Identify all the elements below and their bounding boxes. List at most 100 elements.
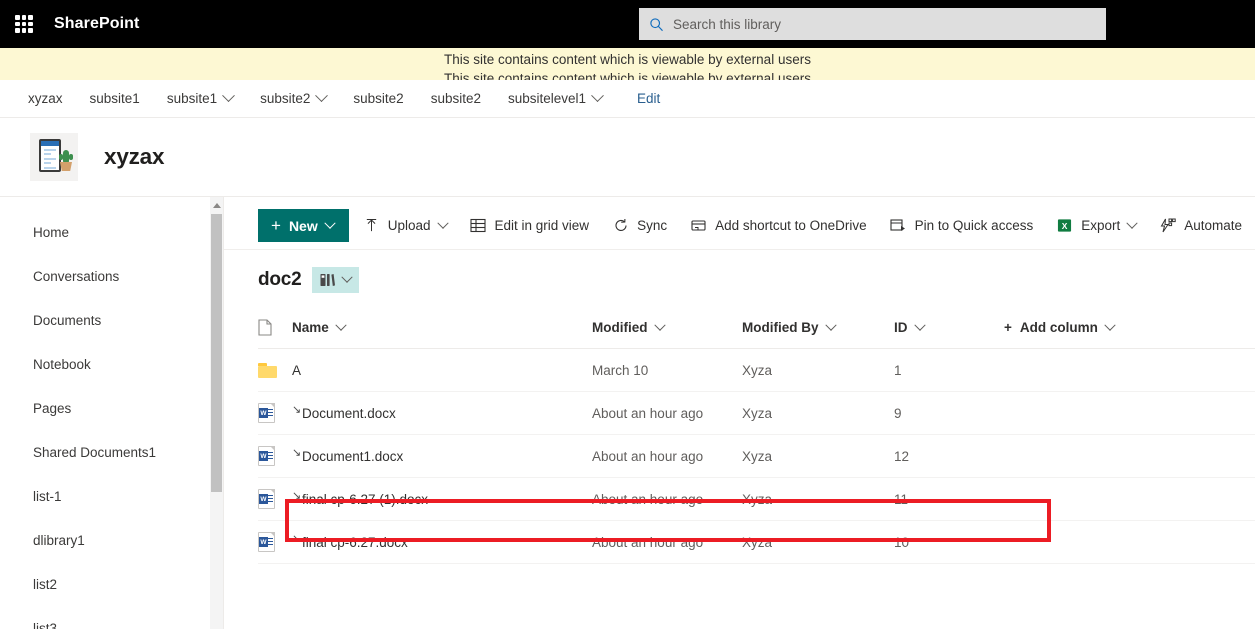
sidebar-item-home[interactable]: Home xyxy=(0,210,210,254)
column-header-modified-by[interactable]: Modified By xyxy=(742,307,894,349)
pin-to-quick-access-button[interactable]: Pin to Quick access xyxy=(881,206,1043,246)
nav-item-0[interactable]: xyzax xyxy=(28,91,63,106)
command-label: Pin to Quick access xyxy=(914,218,1034,233)
word-icon: W xyxy=(258,446,275,466)
chevron-down-icon xyxy=(335,319,347,331)
files-table: Name Modified Modified By ID + Add colum… xyxy=(258,307,1255,564)
column-header-filetype[interactable] xyxy=(258,307,292,349)
command-label: Sync xyxy=(637,218,668,233)
external-banner-line-2: This site contains content which is view… xyxy=(444,71,811,80)
nav-item-6[interactable]: subsitelevel1 xyxy=(508,89,604,106)
table-row[interactable]: W ↘ Document1.docx About an hour ago Xyz… xyxy=(258,435,1255,478)
nav-item-5[interactable]: subsite2 xyxy=(431,91,481,106)
column-header-id[interactable]: ID xyxy=(894,307,1004,349)
view-selector[interactable] xyxy=(311,267,359,293)
command-label: Automate xyxy=(1184,218,1243,233)
command-label: Add shortcut to OneDrive xyxy=(715,218,867,233)
row-modified-cell: About an hour ago xyxy=(592,534,704,550)
sidebar-scrollbar[interactable] xyxy=(210,196,223,629)
sidebar-item-shared-documents1[interactable]: Shared Documents1 xyxy=(0,430,210,474)
external-banner-line-1: This site contains content which is view… xyxy=(444,52,811,67)
cactus-icon xyxy=(59,150,73,164)
sidebar-item-list3[interactable]: list3 xyxy=(0,606,210,629)
nav-item-label: xyzax xyxy=(28,91,63,106)
library-title[interactable]: doc2 xyxy=(258,269,302,291)
sidebar-item-label: Home xyxy=(33,224,70,240)
row-file-icon: W xyxy=(258,532,292,552)
sidebar-item-label: Notebook xyxy=(33,356,91,372)
external-users-banner: This site contains content which is view… xyxy=(0,48,1255,80)
folder-icon xyxy=(258,362,277,378)
search-input[interactable] xyxy=(673,9,1106,39)
sidebar-item-documents[interactable]: Documents xyxy=(0,298,210,342)
row-id-cell: 1 xyxy=(894,362,902,378)
command-label: Upload xyxy=(387,218,431,233)
excel-icon: X xyxy=(1056,217,1073,234)
pin-icon xyxy=(890,217,907,234)
chevron-down-icon xyxy=(315,89,329,103)
waffle-icon xyxy=(15,15,33,33)
app-launcher-button[interactable] xyxy=(0,0,48,48)
export-button[interactable]: X Export xyxy=(1047,206,1145,246)
sidebar-item-dlibrary1[interactable]: dlibrary1 xyxy=(0,518,210,562)
sidebar-item-label: dlibrary1 xyxy=(33,532,85,548)
row-name-label: final cp-6.27.docx xyxy=(302,534,408,550)
row-name-cell[interactable]: ↘ final cp-6.27.docx xyxy=(292,533,592,550)
sharepoint-brand-link[interactable]: SharePoint xyxy=(54,15,139,33)
nav-edit-link[interactable]: Edit xyxy=(637,91,660,106)
sidebar: Home Conversations Documents Notebook Pa… xyxy=(0,196,210,629)
row-modified-by-cell: Xyza xyxy=(742,362,773,378)
sidebar-item-list-1[interactable]: list-1 xyxy=(0,474,210,518)
nav-item-4[interactable]: subsite2 xyxy=(353,91,403,106)
word-icon: W xyxy=(258,489,275,509)
chevron-down-icon xyxy=(913,319,926,331)
plus-icon: + xyxy=(271,216,281,235)
sidebar-item-label: Conversations xyxy=(33,268,120,284)
search-box[interactable] xyxy=(639,8,1106,40)
nav-item-2[interactable]: subsite1 xyxy=(167,89,235,106)
sidebar-item-label: Documents xyxy=(33,312,102,328)
column-label: Add column xyxy=(1019,320,1098,335)
column-header-modified[interactable]: Modified xyxy=(592,307,742,349)
sync-button[interactable]: Sync xyxy=(603,206,676,246)
new-button[interactable]: + New xyxy=(258,209,349,242)
sidebar-item-pages[interactable]: Pages xyxy=(0,386,210,430)
add-shortcut-to-onedrive-button[interactable]: Add shortcut to OneDrive xyxy=(681,206,876,246)
row-file-icon: W xyxy=(258,489,292,509)
word-icon: W xyxy=(258,403,275,423)
sidebar-item-list2[interactable]: list2 xyxy=(0,562,210,606)
row-name-cell[interactable]: ↘ final cp-6.27 (1).docx xyxy=(292,490,592,507)
nav-item-label: subsite1 xyxy=(89,91,140,106)
command-label: Edit in grid view xyxy=(494,218,590,233)
nav-item-3[interactable]: subsite2 xyxy=(260,89,329,106)
column-label: ID xyxy=(894,320,908,335)
sidebar-item-notebook[interactable]: Notebook xyxy=(0,342,210,386)
row-id-cell: 12 xyxy=(894,448,910,464)
table-row[interactable]: A March 10 Xyza 1 xyxy=(258,349,1255,392)
add-column-button[interactable]: + Add column xyxy=(1004,307,1255,349)
nav-item-label: subsitelevel1 xyxy=(508,91,587,106)
table-row[interactable]: W ↘ final cp-6.27.docx About an hour ago… xyxy=(258,521,1255,564)
edit-in-grid-view-button[interactable]: Edit in grid view xyxy=(461,206,599,246)
table-header-row: Name Modified Modified By ID + Add colum… xyxy=(258,307,1255,349)
sidebar-item-conversations[interactable]: Conversations xyxy=(0,254,210,298)
row-modified-by-cell: Xyza xyxy=(742,491,773,507)
scrollbar-thumb[interactable] xyxy=(211,214,222,492)
table-row-highlighted[interactable]: W ↘ final cp-6.27 (1).docx About an hour… xyxy=(258,478,1255,521)
sidebar-item-label: list3 xyxy=(33,620,58,629)
chevron-down-icon xyxy=(824,319,837,331)
row-name-cell[interactable]: ↘ Document1.docx xyxy=(292,447,592,464)
column-header-name[interactable]: Name xyxy=(292,307,592,349)
nav-item-1[interactable]: subsite1 xyxy=(90,91,140,106)
page-title[interactable]: xyzax xyxy=(104,144,165,170)
scroll-up-arrow-icon[interactable] xyxy=(212,203,221,208)
row-name-label: Document.docx xyxy=(302,405,396,421)
automate-button[interactable]: Automate xyxy=(1150,206,1251,246)
row-name-cell[interactable]: ↘ Document.docx xyxy=(292,404,592,421)
nav-item-label: subsite2 xyxy=(260,91,311,106)
table-row[interactable]: W ↘ Document.docx About an hour ago Xyza… xyxy=(258,392,1255,435)
row-modified-by-cell: Xyza xyxy=(742,534,773,550)
row-id-cell: 10 xyxy=(894,534,910,550)
upload-button[interactable]: Upload xyxy=(354,206,456,246)
row-name-cell[interactable]: A xyxy=(292,363,592,378)
